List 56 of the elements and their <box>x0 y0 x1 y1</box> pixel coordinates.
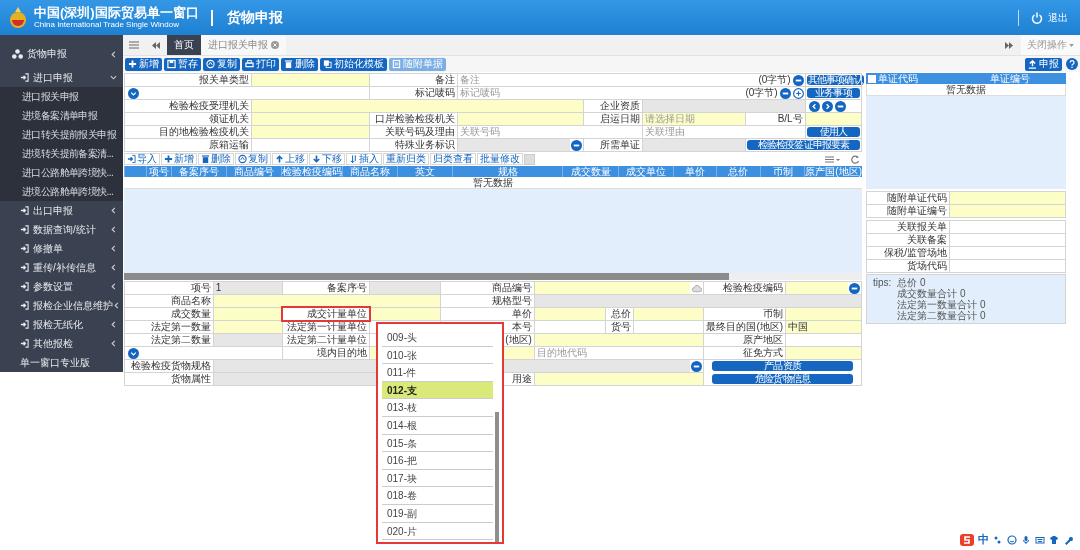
field-label: 总价 <box>610 308 633 320</box>
field-label: 项号 <box>189 282 212 294</box>
field-label: 用途 <box>510 373 533 385</box>
field-label: 商品名称 <box>169 295 212 307</box>
field-label: 成交数量 <box>169 308 212 320</box>
field-label: 征免方式 <box>742 347 785 359</box>
field-label: 法定第一计量单位 <box>286 321 369 333</box>
field-label: 口岸检验检疫机关 <box>373 113 456 125</box>
field-label: 关联号码及理由 <box>383 126 456 138</box>
field-label: 法定第二数量 <box>149 334 212 346</box>
field-label: 目的地检验检疫机关 <box>158 126 251 138</box>
field-label: 货物属性 <box>169 373 212 385</box>
field-label: 境内目的地 <box>316 347 369 359</box>
field-label: 随附单证编号 <box>867 205 949 217</box>
field-label: 企业资质 <box>598 100 641 112</box>
field-label: 关联报关单 <box>867 221 949 233</box>
field-label: 备案序号 <box>326 282 369 294</box>
summary-line: 成交数量合计 0 <box>897 288 967 299</box>
field-label: 检验检疫货物规格 <box>129 360 212 372</box>
field-label: 报关单类型 <box>198 74 251 86</box>
field-label: 货号 <box>610 321 633 333</box>
field-label: 商品编号 <box>490 282 533 294</box>
field-label: 货场代码 <box>867 260 949 272</box>
field-label: 法定第二计量单位 <box>286 334 369 346</box>
app-subtitle: China International Trade Single Window <box>34 20 180 29</box>
field-label: 币制 <box>762 308 785 320</box>
summary-line: 总价 0 <box>897 277 927 288</box>
summary-line: 法定第二数量合计 0 <box>897 310 987 321</box>
byte-count: (0字节) <box>744 86 779 100</box>
field-label: B/L号 <box>776 113 804 125</box>
field-label: 随附单证代码 <box>867 192 949 204</box>
summary-line: 法定第一数量合计 0 <box>897 299 987 310</box>
field-label: 特殊业务标识 <box>393 139 456 151</box>
field-label: 所需单证 <box>598 139 641 151</box>
field-label: 规格型号 <box>490 295 533 307</box>
field-label: 本号 <box>510 321 533 333</box>
field-label: 最终目的国(地区) <box>705 321 785 333</box>
field-label: 检验检疫受理机关 <box>168 100 251 112</box>
field-label: 法定第一数量 <box>149 321 212 333</box>
byte-count: (0字节) <box>757 73 792 87</box>
empty-message: 暂无数据 <box>124 177 862 189</box>
field-label: 保税/监管场地 <box>867 247 949 259</box>
field-label: 关联备案 <box>867 234 949 246</box>
field-label: 标记唛码 <box>413 87 456 99</box>
field-label: 单价 <box>510 308 533 320</box>
field-label: 原箱运输 <box>208 139 251 151</box>
field-label: 领证机关 <box>208 113 251 125</box>
field-label: (地区) <box>504 334 533 346</box>
page-title: 货物申报 <box>226 8 283 27</box>
field-label: 原产地区 <box>742 334 785 346</box>
field-label: 备注 <box>433 74 456 86</box>
field-label: 成交计量单位 <box>282 308 370 320</box>
field-label: 检验检疫编码 <box>722 282 785 294</box>
tips-label: tips: <box>873 277 892 290</box>
field-label: 启运日期 <box>598 113 641 125</box>
app-title: 中国(深圳)国际贸易单一窗口 <box>34 6 199 20</box>
